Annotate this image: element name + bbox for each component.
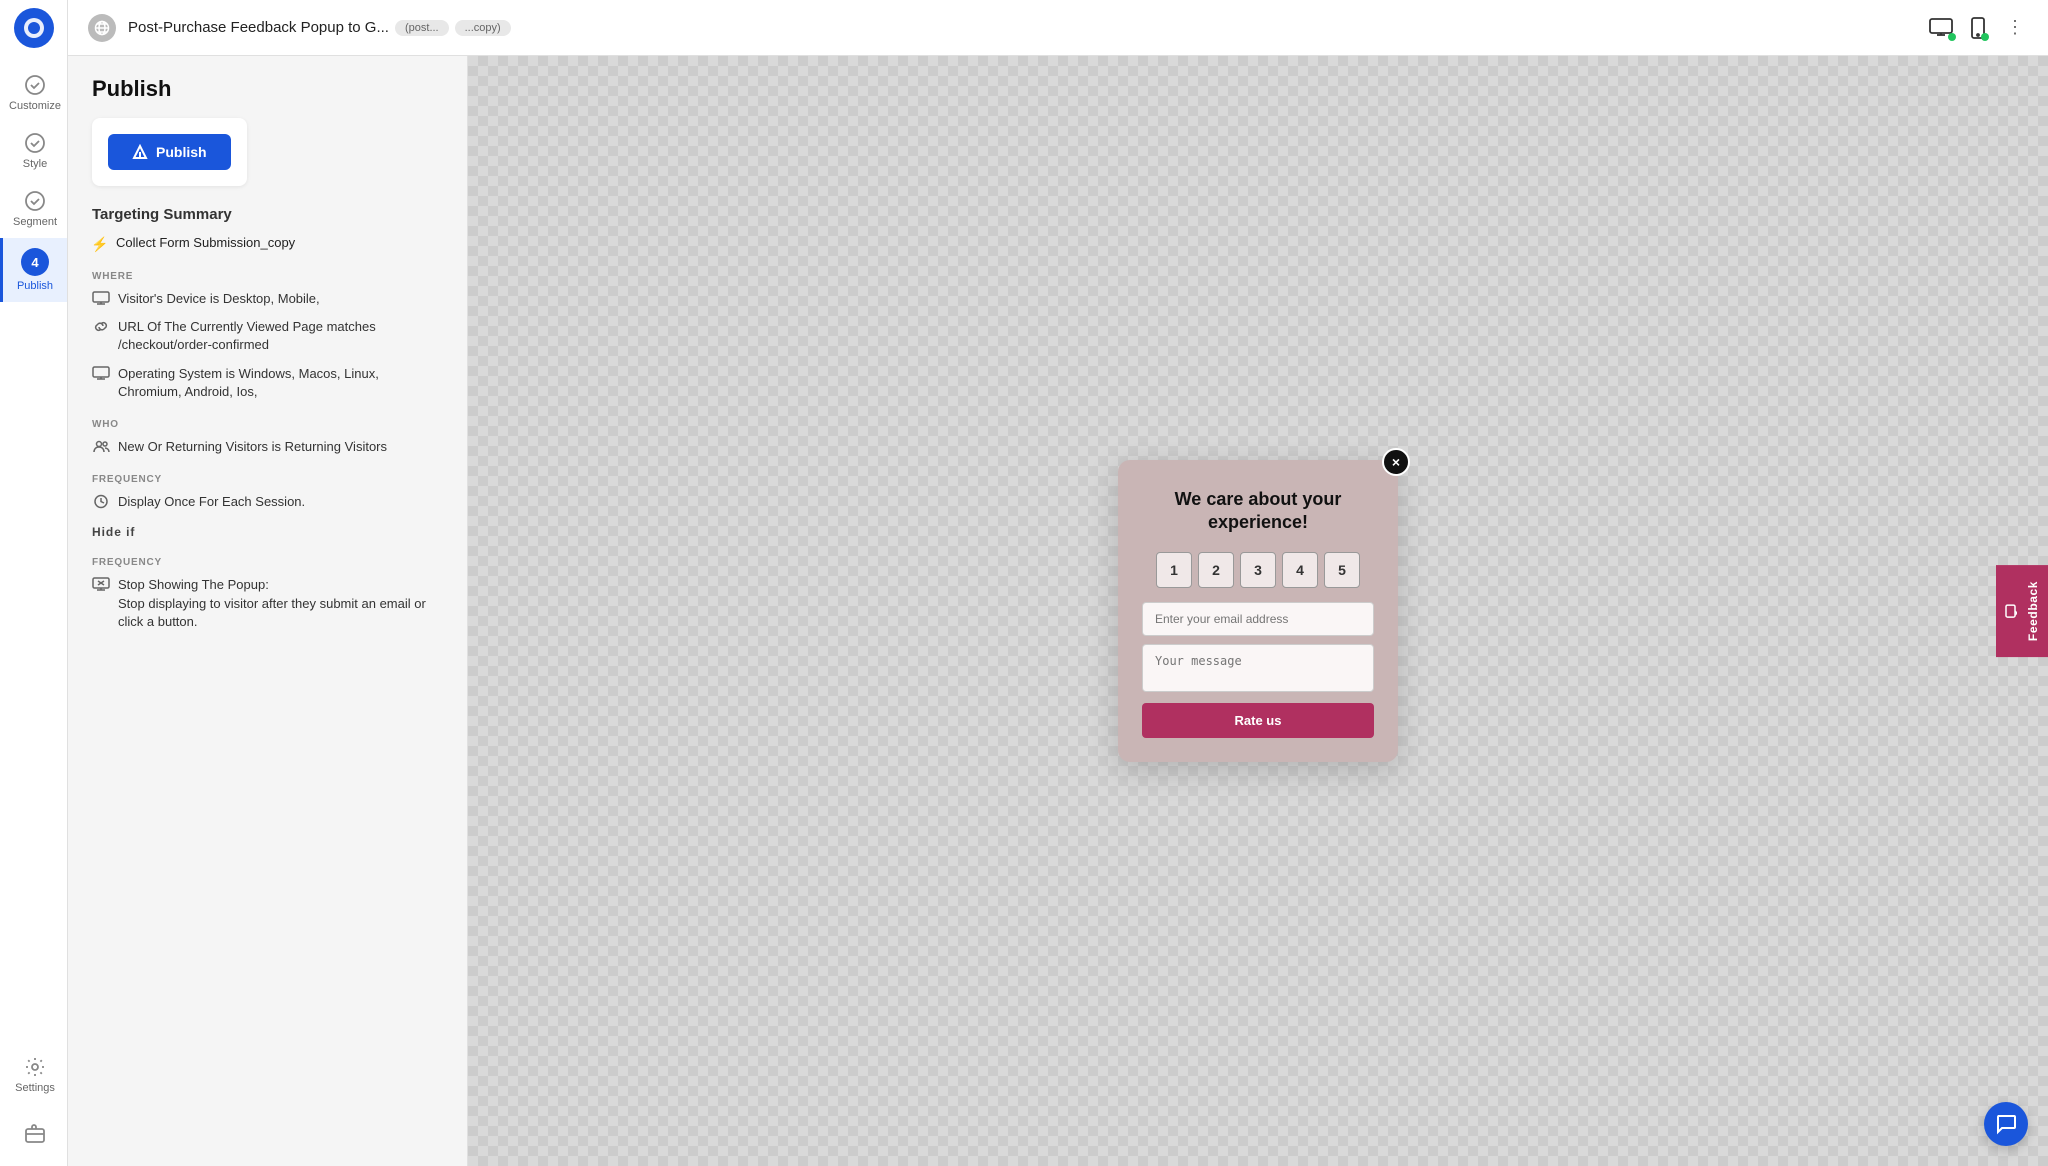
rate-us-button[interactable]: Rate us — [1142, 703, 1374, 738]
nav-bottom-section: Settings — [6, 1046, 61, 1166]
hide-popup-text: Stop Showing The Popup:Stop displaying t… — [118, 576, 443, 631]
popup-close-button[interactable]: × — [1382, 448, 1410, 476]
where-section-label: WHERE — [92, 271, 443, 282]
frequency-display-text: Display Once For Each Session. — [118, 493, 305, 511]
globe-icon — [88, 14, 116, 42]
style-check-icon — [24, 132, 46, 154]
chat-bubble-button[interactable] — [1984, 1102, 2028, 1146]
page-title: Post-Purchase Feedback Popup to G... — [128, 19, 389, 36]
monitor-icon — [92, 291, 110, 306]
link-icon — [92, 319, 110, 334]
targeting-summary-title: Targeting Summary — [92, 206, 443, 223]
segment-check-icon — [24, 190, 46, 212]
more-options-button[interactable]: ⋮ — [2002, 13, 2028, 42]
hide-if-label: Hide if — [92, 525, 443, 539]
sidebar-item-segment[interactable]: Segment — [0, 180, 67, 238]
who-visitors-item: New Or Returning Visitors is Returning V… — [92, 438, 443, 456]
breadcrumb-pill-1: (post... — [395, 20, 449, 36]
rating-3-button[interactable]: 3 — [1240, 552, 1276, 588]
lightning-icon: ⚡ — [92, 236, 108, 253]
where-url-text: URL Of The Currently Viewed Page matches… — [118, 318, 443, 354]
rating-row: 1 2 3 4 5 — [1142, 552, 1374, 588]
where-os-text: Operating System is Windows, Macos, Linu… — [118, 365, 443, 401]
publish-step-badge: 4 — [21, 248, 49, 276]
breadcrumb: Post-Purchase Feedback Popup to G... (po… — [128, 19, 511, 36]
sidebar-item-customize-label: Customize — [9, 100, 61, 112]
popup-title: We care about your experience! — [1142, 488, 1374, 535]
desktop-view-button[interactable] — [1928, 17, 1954, 39]
sidebar-item-settings[interactable]: Settings — [6, 1046, 61, 1104]
settings-gear-icon — [24, 1056, 46, 1078]
users-icon — [92, 439, 110, 454]
email-field[interactable] — [1142, 602, 1374, 636]
sidebar-item-style-label: Style — [23, 158, 47, 170]
goal-item-text: Collect Form Submission_copy — [116, 235, 295, 250]
frequency-display-item: Display Once For Each Session. — [92, 493, 443, 511]
sidebar-item-style[interactable]: Style — [0, 122, 67, 180]
rating-1-button[interactable]: 1 — [1156, 552, 1192, 588]
briefcase-icon — [24, 1122, 46, 1144]
breadcrumb-pill-2: ...copy) — [455, 20, 511, 36]
feedback-tab-label: Feedback — [2026, 581, 2040, 641]
preview-area: × We care about your experience! 1 2 3 4… — [468, 56, 2048, 1166]
sidebar-item-segment-label: Segment — [13, 216, 57, 228]
where-os-item: Operating System is Windows, Macos, Linu… — [92, 365, 443, 401]
monitor-small-icon — [92, 366, 110, 381]
rating-2-button[interactable]: 2 — [1198, 552, 1234, 588]
top-header: Post-Purchase Feedback Popup to G... (po… — [68, 0, 2048, 56]
clock-icon — [92, 494, 110, 509]
app-logo[interactable] — [14, 8, 54, 48]
publish-button[interactable]: Publish — [108, 134, 231, 170]
hide-frequency-label: FREQUENCY — [92, 557, 443, 568]
rating-4-button[interactable]: 4 — [1282, 552, 1318, 588]
feedback-tab[interactable]: Feedback — [1996, 565, 2048, 657]
hide-popup-item: Stop Showing The Popup:Stop displaying t… — [92, 576, 443, 631]
header-actions: ⋮ — [1928, 13, 2028, 42]
main-container: Post-Purchase Feedback Popup to G... (po… — [68, 0, 2048, 1166]
mobile-view-button[interactable] — [1970, 17, 1986, 39]
where-url-item: URL Of The Currently Viewed Page matches… — [92, 318, 443, 354]
sidebar-item-customize[interactable]: Customize — [0, 64, 67, 122]
message-field[interactable] — [1142, 644, 1374, 692]
check-circle-icon — [24, 74, 46, 96]
left-navigation: Customize Style Segment 4 Publish — [0, 0, 68, 1166]
where-device-text: Visitor's Device is Desktop, Mobile, — [118, 290, 320, 308]
sidebar-item-publish[interactable]: 4 Publish — [0, 238, 67, 302]
monitor-x-icon — [92, 577, 110, 592]
publish-panel: Publish Publish Targeting Summary ⚡ Coll… — [68, 56, 468, 1166]
who-section-label: WHO — [92, 419, 443, 430]
popup-preview: × We care about your experience! 1 2 3 4… — [1118, 460, 1398, 763]
publish-button-wrapper: Publish — [92, 118, 247, 186]
sidebar-item-publish-label: Publish — [17, 280, 53, 292]
settings-label: Settings — [15, 1082, 55, 1094]
content-area: Publish Publish Targeting Summary ⚡ Coll… — [68, 56, 2048, 1166]
publish-panel-title: Publish — [92, 76, 443, 102]
who-visitors-text: New Or Returning Visitors is Returning V… — [118, 438, 387, 456]
sidebar-item-briefcase[interactable] — [6, 1112, 61, 1154]
rating-5-button[interactable]: 5 — [1324, 552, 1360, 588]
frequency-section-label: FREQUENCY — [92, 474, 443, 485]
where-device-item: Visitor's Device is Desktop, Mobile, — [92, 290, 443, 308]
goal-item: ⚡ Collect Form Submission_copy — [92, 235, 443, 253]
